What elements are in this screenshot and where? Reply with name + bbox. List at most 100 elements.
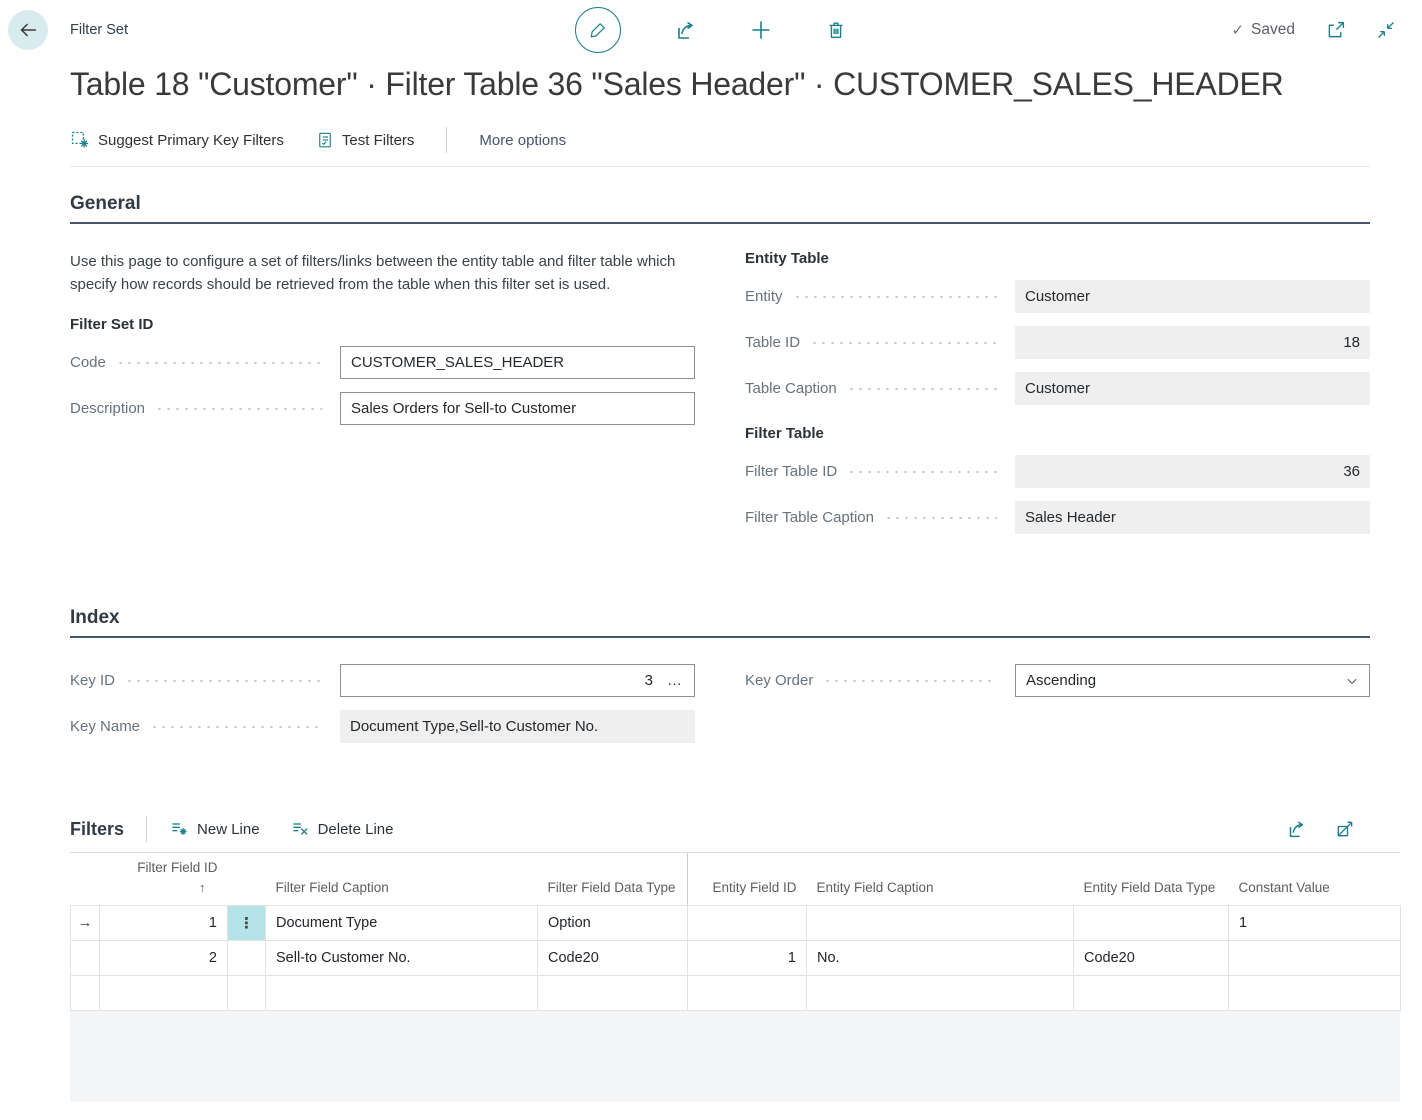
table-row: → 1 ⋮ Document Type Option 1 xyxy=(71,905,1401,940)
row-options-cell[interactable]: ⋮ xyxy=(228,905,266,940)
filter-table-id-field: 36 xyxy=(1015,455,1370,488)
dotted-leader xyxy=(847,470,997,474)
delete-line-icon xyxy=(290,819,310,839)
row-options-header xyxy=(228,853,266,905)
cell-entity-field-id[interactable]: 1 xyxy=(688,940,807,975)
index-section-heading[interactable]: Index xyxy=(70,607,1370,638)
cell-filter-field-id[interactable]: 1 xyxy=(100,905,228,940)
description-field[interactable]: Sales Orders for Sell-to Customer xyxy=(340,392,695,425)
table-row: 2 Sell-to Customer No. Code20 1 No. Code… xyxy=(71,940,1401,975)
edit-button[interactable] xyxy=(575,7,621,53)
cell-entity-field-id[interactable] xyxy=(688,905,807,940)
cell-constant-value[interactable]: 1 xyxy=(1229,905,1401,940)
open-in-new-window-button[interactable] xyxy=(1325,20,1346,41)
cell-filter-field-caption[interactable] xyxy=(266,975,538,1010)
filters-toolbar: Filters New Line Delete Line xyxy=(70,816,1400,853)
more-options-label: More options xyxy=(479,132,566,149)
suggest-primary-key-filters-label: Suggest Primary Key Filters xyxy=(98,132,284,149)
cell-filter-field-data-type[interactable] xyxy=(538,975,688,1010)
new-line-button[interactable]: New Line xyxy=(169,819,260,839)
column-header-filter-field-id[interactable]: Filter Field ID ↑ xyxy=(100,853,228,905)
key-id-field-row: Key ID 3 … xyxy=(70,664,695,697)
filter-table-caption-field-row: Filter Table Caption Sales Header xyxy=(745,501,1370,534)
column-header-filter-field-caption[interactable]: Filter Field Caption xyxy=(266,853,538,905)
page-instruction-text: Use this page to configure a set of filt… xyxy=(70,250,695,296)
table-id-field: 18 xyxy=(1015,326,1370,359)
share-button[interactable] xyxy=(673,18,697,42)
pencil-icon xyxy=(588,20,608,40)
key-id-field[interactable]: 3 … xyxy=(340,664,695,697)
expand-part-button[interactable] xyxy=(1335,819,1355,839)
dotted-leader xyxy=(793,295,997,299)
cell-entity-field-caption[interactable] xyxy=(807,975,1074,1010)
cell-entity-field-caption[interactable]: No. xyxy=(807,940,1074,975)
cell-constant-value[interactable] xyxy=(1229,975,1401,1010)
table-id-field-row: Table ID 18 xyxy=(745,326,1370,359)
cell-filter-field-caption[interactable]: Sell-to Customer No. xyxy=(266,940,538,975)
table-caption-field: Customer xyxy=(1015,372,1370,405)
cell-constant-value[interactable] xyxy=(1229,940,1401,975)
column-header-filter-field-data-type[interactable]: Filter Field Data Type xyxy=(538,853,688,905)
back-button[interactable] xyxy=(8,10,48,50)
code-label: Code xyxy=(70,354,106,371)
cell-filter-field-id[interactable]: 2 xyxy=(100,940,228,975)
suggest-primary-key-filters-button[interactable]: Suggest Primary Key Filters xyxy=(70,130,284,150)
share-part-button[interactable] xyxy=(1285,818,1307,840)
cell-filter-field-caption[interactable]: Document Type xyxy=(266,905,538,940)
table-caption-field-row: Table Caption Customer xyxy=(745,372,1370,405)
cell-entity-field-data-type[interactable] xyxy=(1074,905,1229,940)
more-options-button[interactable]: More options xyxy=(479,132,566,149)
code-field[interactable]: CUSTOMER_SALES_HEADER xyxy=(340,346,695,379)
column-header-entity-field-data-type[interactable]: Entity Field Data Type xyxy=(1074,853,1229,905)
column-header-constant-value[interactable]: Constant Value xyxy=(1229,853,1401,905)
row-options-cell[interactable] xyxy=(228,975,266,1010)
collapse-button[interactable] xyxy=(1376,20,1396,40)
delete-button[interactable] xyxy=(825,19,847,41)
new-line-icon xyxy=(169,819,189,839)
filters-toolbar-right xyxy=(1285,818,1400,840)
dotted-leader xyxy=(884,516,997,520)
new-line-label: New Line xyxy=(197,821,260,838)
cell-filter-field-id[interactable] xyxy=(100,975,228,1010)
cell-filter-field-data-type[interactable]: Code20 xyxy=(538,940,688,975)
table-id-label: Table ID xyxy=(745,334,800,351)
description-field-row: Description Sales Orders for Sell-to Cus… xyxy=(70,392,695,425)
save-status-label: Saved xyxy=(1251,21,1295,39)
new-button[interactable] xyxy=(749,18,773,42)
filters-table-header-row: Filter Field ID ↑ Filter Field Caption F… xyxy=(71,853,1401,905)
test-filters-button[interactable]: Test Filters xyxy=(316,130,415,150)
cell-entity-field-caption[interactable] xyxy=(807,905,1074,940)
dotted-leader xyxy=(125,679,322,683)
key-order-dropdown[interactable]: Ascending xyxy=(1015,664,1370,697)
dotted-leader xyxy=(823,679,997,683)
trash-icon xyxy=(825,19,847,41)
row-selector-cell[interactable] xyxy=(71,940,100,975)
row-options-cell[interactable] xyxy=(228,940,266,975)
dotted-leader xyxy=(810,341,997,345)
row-selector-cell[interactable]: → xyxy=(71,905,100,940)
share-icon xyxy=(673,18,697,42)
cell-entity-field-id[interactable] xyxy=(688,975,807,1010)
popout-icon xyxy=(1325,20,1346,41)
delete-line-button[interactable]: Delete Line xyxy=(290,819,394,839)
index-section: Index Key ID 3 … Key Name Document Type,… xyxy=(70,607,1370,756)
part-background xyxy=(70,1011,1400,1102)
general-section-heading[interactable]: General xyxy=(70,193,1370,224)
entity-field-row: Entity Customer xyxy=(745,280,1370,313)
entity-label: Entity xyxy=(745,288,783,305)
dotted-leader xyxy=(116,361,322,365)
cell-filter-field-data-type[interactable]: Option xyxy=(538,905,688,940)
key-id-assist-edit-button[interactable]: … xyxy=(665,673,684,688)
index-left-column: Key ID 3 … Key Name Document Type,Sell-t… xyxy=(70,664,695,756)
index-right-column: Key Order Ascending xyxy=(745,664,1370,756)
plus-icon xyxy=(749,18,773,42)
suggest-filters-icon xyxy=(70,130,90,150)
key-name-field: Document Type,Sell-to Customer No. xyxy=(340,710,695,743)
row-selector-cell[interactable] xyxy=(71,975,100,1010)
test-filters-label: Test Filters xyxy=(342,132,415,149)
cell-entity-field-data-type[interactable] xyxy=(1074,975,1229,1010)
expand-icon xyxy=(1335,819,1355,839)
column-header-entity-field-caption[interactable]: Entity Field Caption xyxy=(807,853,1074,905)
cell-entity-field-data-type[interactable]: Code20 xyxy=(1074,940,1229,975)
column-header-entity-field-id[interactable]: Entity Field ID xyxy=(688,853,807,905)
